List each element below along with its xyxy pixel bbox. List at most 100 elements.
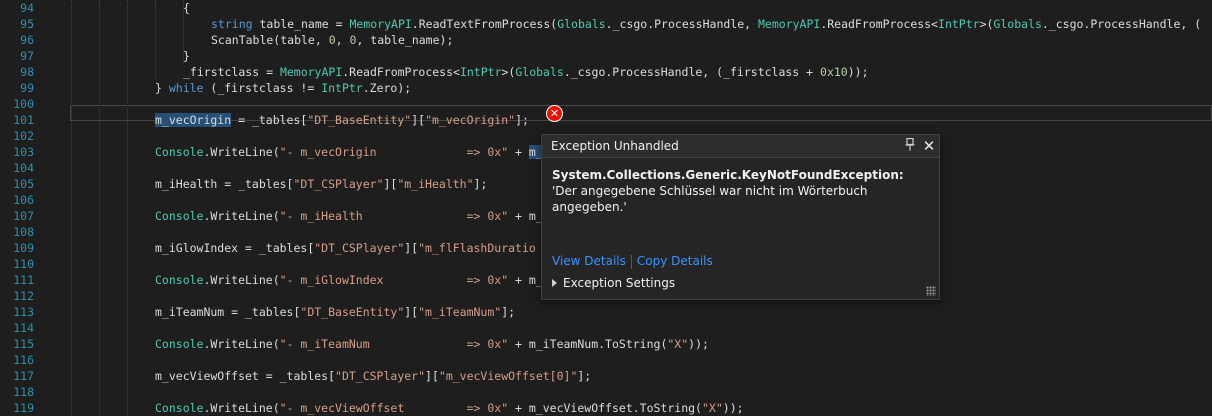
line-number: 111 bbox=[13, 273, 34, 287]
code-token: >( bbox=[501, 65, 516, 79]
code-line[interactable]: 94 { bbox=[0, 0, 1212, 16]
code-token: .ReadFromProcess< bbox=[820, 17, 939, 31]
code-token: MemoryAPI bbox=[279, 65, 343, 79]
code-token: m_vecViewOffset = _tables[ bbox=[155, 369, 336, 383]
code-text[interactable]: Console.WriteLine("- m_vecOrigin => 0x" … bbox=[155, 144, 543, 160]
exception-popup: Exception Unhandled ✕ System.Collections… bbox=[541, 134, 940, 300]
view-details-link[interactable]: View Details bbox=[552, 254, 626, 268]
line-number: 100 bbox=[13, 97, 34, 111]
code-token: "m_iHealth" bbox=[397, 177, 474, 191]
code-token: .Zero); bbox=[362, 81, 412, 95]
code-token: Console bbox=[155, 145, 204, 159]
code-token: m_iTeamNum = _tables[ bbox=[155, 305, 301, 319]
code-line[interactable]: 101 m_vecOrigin = _tables["DT_BaseEntity"… bbox=[0, 112, 1212, 128]
code-text[interactable]: _firstclass = MemoryAPI.ReadFromProcess<… bbox=[183, 64, 869, 80]
exception-settings-toggle[interactable]: Exception Settings bbox=[552, 275, 675, 291]
line-number: 110 bbox=[13, 257, 34, 271]
code-token: )); bbox=[847, 65, 869, 79]
code-line[interactable]: 118 bbox=[0, 384, 1212, 400]
line-number: 97 bbox=[20, 49, 34, 63]
code-token: , table_name); bbox=[356, 33, 454, 47]
code-text[interactable]: { bbox=[183, 0, 190, 16]
code-line[interactable]: 113 m_iTeamNum = _tables["DT_BaseEntity"]… bbox=[0, 304, 1212, 320]
line-number: 118 bbox=[13, 385, 34, 399]
code-text[interactable]: m_iHealth = _tables["DT_CSPlayer"]["m_iH… bbox=[155, 176, 487, 192]
code-token: + m_ bbox=[508, 209, 543, 223]
code-token: ._csgo.ProcessHandle, bbox=[605, 17, 758, 31]
code-text[interactable]: m_vecOrigin = _tables["DT_BaseEntity"]["… bbox=[155, 112, 529, 128]
line-number: 116 bbox=[13, 353, 34, 367]
code-token: "m_iTeamNum" bbox=[418, 305, 502, 319]
code-text[interactable]: Console.WriteLine("- m_iGlowIndex => 0x"… bbox=[155, 272, 543, 288]
code-token: + bbox=[508, 145, 529, 159]
code-token: m_vecOrigin bbox=[155, 113, 232, 127]
code-text[interactable]: } bbox=[183, 48, 190, 64]
code-text[interactable]: m_iGlowIndex = _tables["DT_CSPlayer"]["m… bbox=[155, 240, 536, 256]
code-text[interactable]: m_iTeamNum = _tables["DT_BaseEntity"]["m… bbox=[155, 304, 515, 320]
code-token: MemoryAPI bbox=[349, 17, 412, 31]
code-token: "- m_vecOrigin => 0x" bbox=[279, 145, 509, 159]
code-token: = _tables[ bbox=[231, 113, 308, 127]
code-token: "X" bbox=[667, 337, 689, 351]
code-token: + m_iTeamNum.ToString( bbox=[508, 337, 668, 351]
line-number: 96 bbox=[20, 33, 34, 47]
code-token: Console bbox=[155, 337, 204, 351]
code-editor[interactable]: 94 {95 string table_name = MemoryAPI.ReadT… bbox=[0, 0, 1212, 416]
code-token: ][ bbox=[404, 305, 419, 319]
code-text[interactable]: Console.WriteLine("- m_vecViewOffset => … bbox=[155, 400, 744, 416]
code-text[interactable]: Console.WriteLine("- m_iHealth => 0x" + … bbox=[155, 208, 543, 224]
code-token: while bbox=[168, 81, 204, 95]
code-text[interactable]: } while (_firstclass != IntPtr.Zero); bbox=[155, 80, 411, 96]
code-text[interactable]: string table_name = MemoryAPI.ReadTextFr… bbox=[211, 16, 1201, 32]
code-token: ][ bbox=[404, 241, 419, 255]
code-text[interactable]: Console.WriteLine("- m_iTeamNum => 0x" +… bbox=[155, 336, 709, 352]
line-number: 119 bbox=[13, 401, 34, 415]
code-token: "- m_iTeamNum => 0x" bbox=[279, 337, 509, 351]
exception-text: 'Der angegebene Schlüssel war nicht im W… bbox=[552, 184, 868, 214]
code-line[interactable]: 114 bbox=[0, 320, 1212, 336]
resize-grip-icon[interactable] bbox=[926, 286, 936, 296]
code-token: .WriteLine( bbox=[203, 273, 280, 287]
code-token: } bbox=[155, 81, 169, 95]
code-token: } bbox=[183, 49, 190, 63]
code-line[interactable]: 116 bbox=[0, 352, 1212, 368]
code-line[interactable]: 119 Console.WriteLine("- m_vecViewOffset … bbox=[0, 400, 1212, 416]
code-line[interactable]: 95 string table_name = MemoryAPI.ReadText… bbox=[0, 16, 1212, 32]
line-number: 95 bbox=[20, 17, 34, 31]
code-token: ][ bbox=[411, 113, 426, 127]
line-number: 115 bbox=[13, 337, 34, 351]
code-line[interactable]: 97} bbox=[0, 48, 1212, 64]
code-token: ][ bbox=[425, 369, 439, 383]
code-token: .ReadFromProcess< bbox=[342, 65, 460, 79]
line-number: 105 bbox=[13, 177, 34, 191]
code-token: "- m_iHealth => 0x" bbox=[279, 209, 509, 223]
line-number: 99 bbox=[20, 81, 34, 95]
code-token: table_name = bbox=[252, 17, 350, 31]
code-line[interactable]: 99 } while (_firstclass != IntPtr.Zero); bbox=[0, 80, 1212, 96]
code-token: Console bbox=[155, 401, 204, 415]
exception-message: System.Collections.Generic.KeyNotFoundEx… bbox=[552, 167, 930, 215]
code-line[interactable]: 96 ScanTable(table, 0, 0, table_name); bbox=[0, 32, 1212, 48]
code-text[interactable]: m_vecViewOffset = _tables["DT_CSPlayer"]… bbox=[155, 368, 591, 384]
line-number: 106 bbox=[13, 193, 34, 207]
code-token: ]; bbox=[577, 369, 592, 383]
code-line[interactable]: 98 _firstclass = MemoryAPI.ReadFromProces… bbox=[0, 64, 1212, 80]
line-number: 94 bbox=[20, 1, 34, 15]
pin-icon[interactable] bbox=[903, 137, 917, 154]
link-separator bbox=[630, 254, 632, 269]
code-token: )); bbox=[688, 337, 709, 351]
code-token: Globals bbox=[993, 17, 1042, 31]
code-token: (_firstclass != bbox=[203, 81, 322, 95]
code-line[interactable]: 115 Console.WriteLine("- m_iTeamNum => 0x… bbox=[0, 336, 1212, 352]
code-token: , bbox=[335, 33, 350, 47]
code-token: + m_vecViewOffset.ToString( bbox=[508, 401, 702, 415]
code-line[interactable]: 117 m_vecViewOffset = _tables["DT_CSPlaye… bbox=[0, 368, 1212, 384]
close-icon[interactable]: ✕ bbox=[921, 137, 937, 155]
code-line[interactable]: 100 bbox=[0, 96, 1212, 112]
exception-links: View Details Copy Details bbox=[552, 253, 713, 269]
code-token: "DT_CSPlayer" bbox=[335, 369, 426, 383]
error-icon[interactable]: ✕ bbox=[546, 105, 563, 122]
code-token: Console bbox=[155, 209, 204, 223]
copy-details-link[interactable]: Copy Details bbox=[637, 254, 713, 268]
code-text[interactable]: ScanTable(table, 0, 0, table_name); bbox=[211, 32, 453, 48]
